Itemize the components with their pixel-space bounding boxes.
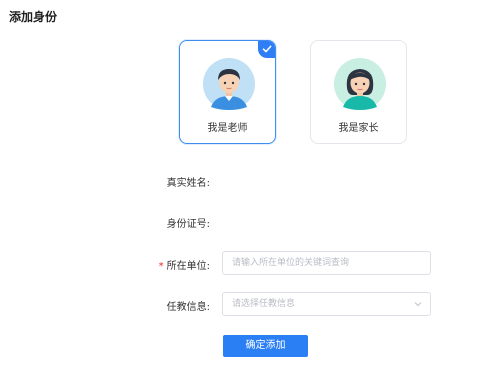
teaching-info-label: 任教信息: — [166, 302, 210, 313]
add-identity-page: 添加身份 我是老师 我是家长 真实姓名: 身份证号: * 所在单位: 请输入所在… — [0, 0, 482, 366]
page-title: 添加身份 — [9, 10, 58, 24]
teaching-info-placeholder: 请选择任教信息 — [232, 299, 296, 309]
unit-search-input[interactable]: 请输入所在单位的关键词查询 — [222, 251, 431, 275]
teaching-info-select[interactable]: 请选择任教信息 — [222, 292, 431, 316]
identity-card-label: 我是老师 — [207, 123, 248, 134]
unit-search-placeholder: 请输入所在单位的关键词查询 — [232, 258, 350, 268]
selected-check-icon — [258, 41, 275, 58]
confirm-add-button[interactable]: 确定添加 — [223, 335, 308, 357]
required-mark: * — [158, 261, 164, 272]
id-number-label: 身份证号: — [166, 219, 210, 230]
chevron-down-icon — [414, 302, 422, 307]
unit-label: * 所在单位: — [150, 257, 210, 272]
identity-card-label: 我是家长 — [338, 123, 379, 134]
teacher-avatar-icon — [203, 58, 255, 110]
identity-card-teacher[interactable]: 我是老师 — [179, 40, 276, 144]
unit-label-text: 所在单位: — [166, 261, 210, 272]
real-name-label: 真实姓名: — [166, 178, 210, 189]
parent-avatar-icon — [334, 58, 386, 110]
identity-card-parent[interactable]: 我是家长 — [310, 40, 407, 144]
